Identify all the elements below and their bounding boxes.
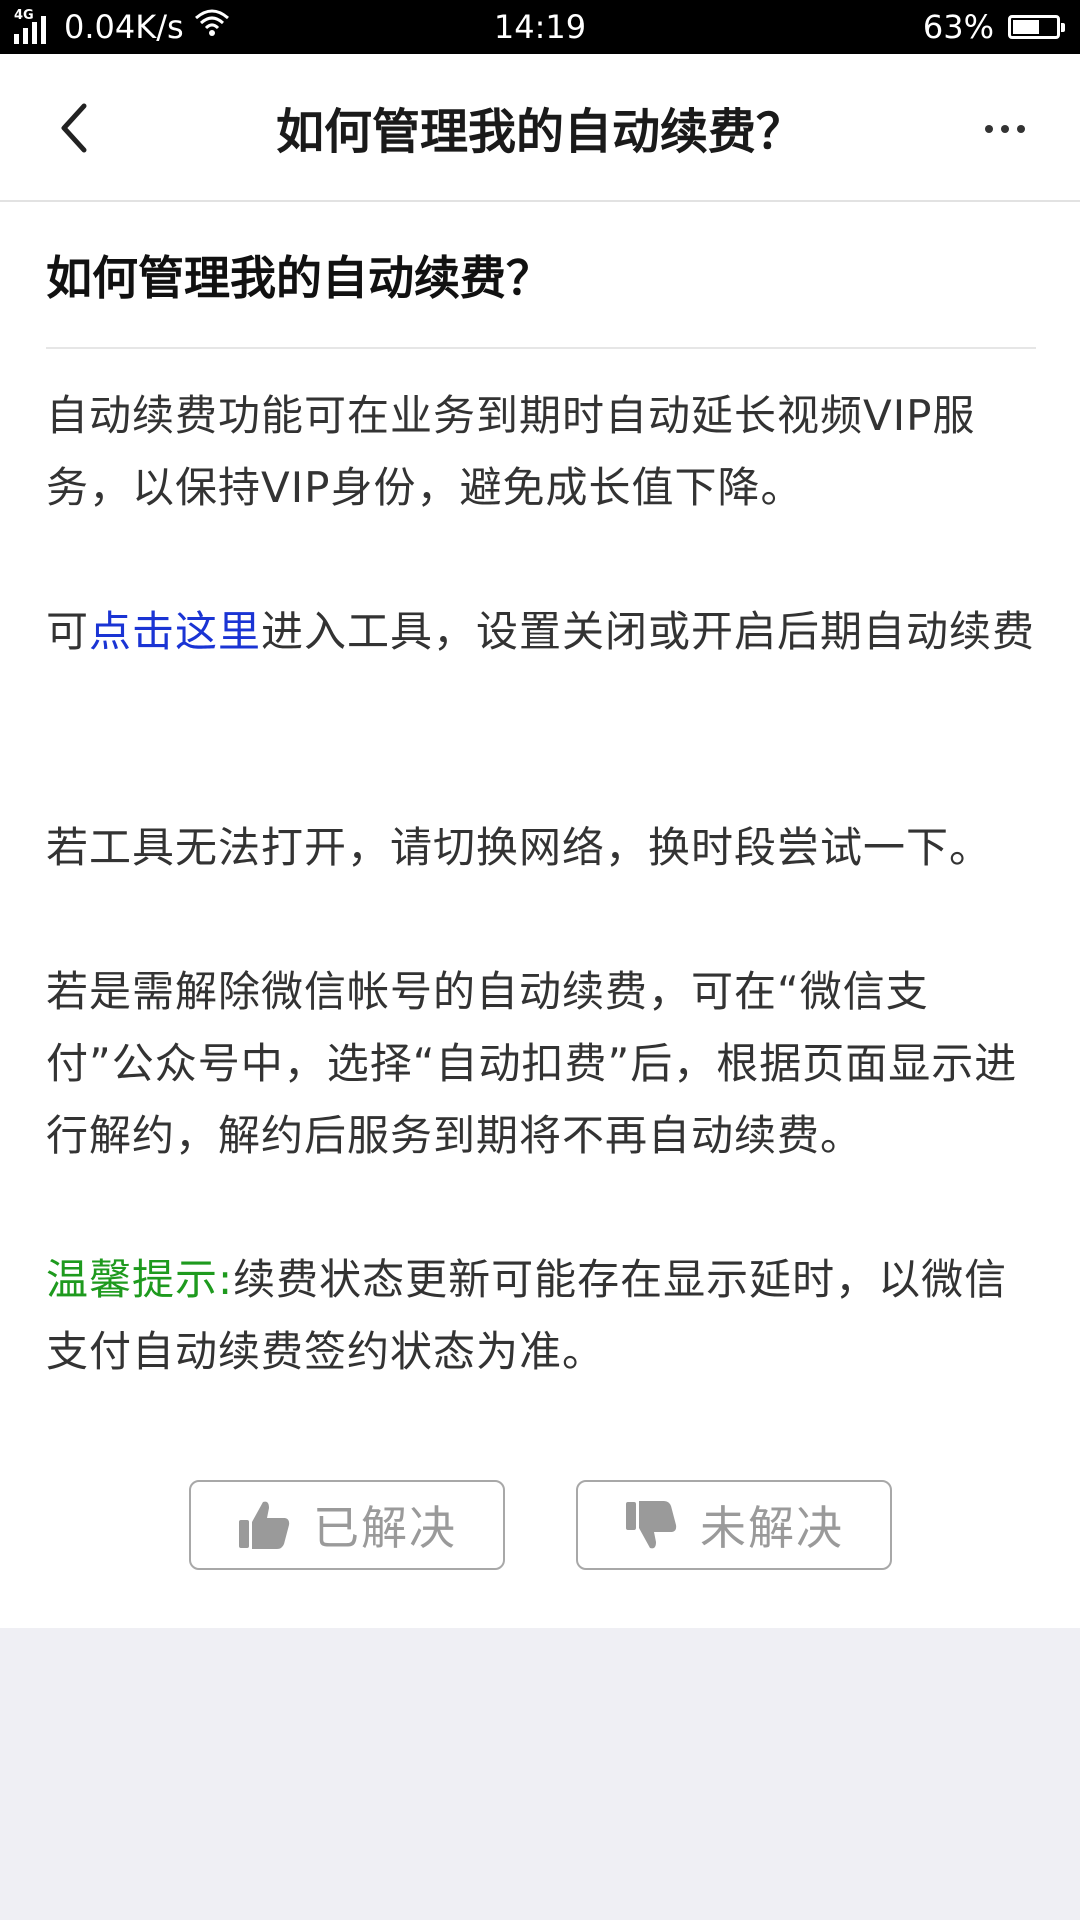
click-here-link[interactable]: 点击这里 (89, 607, 261, 656)
nav-bar: 如何管理我的自动续费？ (0, 54, 1080, 202)
paragraph-wechat: 若是需解除微信帐号的自动续费，可在“微信支付”公众号中，选择“自动扣费”后，根据… (46, 967, 1018, 1160)
resolved-label: 已解决 (313, 1501, 457, 1555)
title-divider (46, 347, 1036, 349)
unresolved-button[interactable]: 未解决 (576, 1480, 892, 1570)
battery-icon (1008, 15, 1065, 39)
paragraph-tip: 温馨提示:续费状态更新可能存在显示延时，以微信支付自动续费签约状态为准。 (46, 1244, 1036, 1388)
more-dots-icon (985, 125, 993, 133)
battery-percent: 63% (922, 8, 994, 46)
paragraph-intro: 自动续费功能可在业务到期时自动延长视频VIP服务，以保持VIP身份，避免成长值下… (46, 391, 976, 512)
thumbs-up-icon (239, 1501, 290, 1549)
paragraph-tool-prefix: 可 (46, 607, 90, 656)
unresolved-label: 未解决 (700, 1501, 844, 1555)
article-content: 如何管理我的自动续费？ 自动续费功能可在业务到期时自动延长视频VIP服务，以保持… (0, 202, 1080, 1628)
resolved-button[interactable]: 已解决 (189, 1480, 505, 1570)
back-button[interactable] (44, 98, 104, 158)
status-right: 63% (922, 0, 1065, 54)
thumbs-down-icon (626, 1501, 677, 1549)
paragraph-network: 若工具无法打开，请切换网络，换时段尝试一下。 (46, 823, 993, 872)
battery-fill (1013, 20, 1040, 34)
article-title: 如何管理我的自动续费？ (46, 251, 552, 305)
status-time: 14:19 (493, 8, 587, 46)
more-button[interactable] (970, 104, 1040, 154)
status-bar: 4G 0.04K/s 14:19 63% (0, 0, 1080, 54)
paragraph-tool-suffix: 进入工具，设置关闭或开启后期自动续费 (261, 607, 1036, 656)
chevron-left-icon (61, 103, 87, 153)
page-title: 如何管理我的自动续费？ (275, 104, 804, 160)
tip-label: 温馨提示: (46, 1255, 234, 1304)
paragraph-tool: 可点击这里进入工具，设置关闭或开启后期自动续费 (46, 596, 1036, 668)
